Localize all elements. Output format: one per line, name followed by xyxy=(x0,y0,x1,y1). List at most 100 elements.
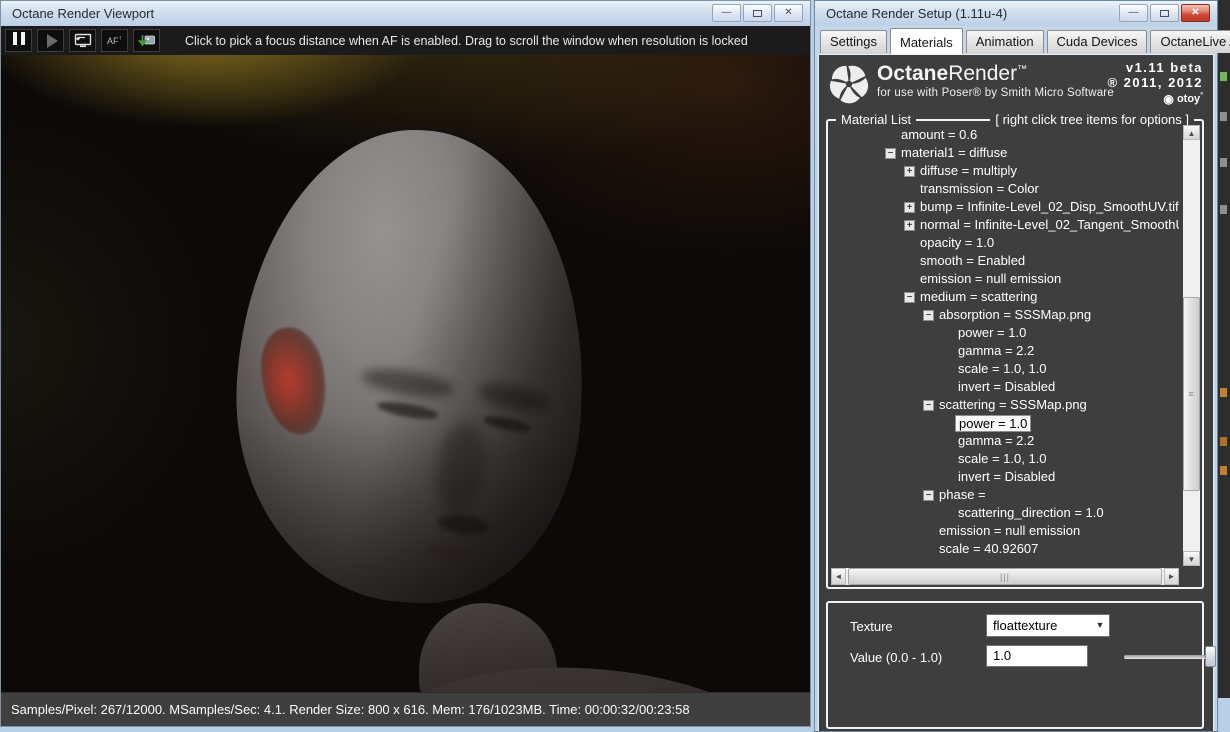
tree-item-label: bump = Infinite-Level_02_Disp_SmoothUV.t… xyxy=(920,199,1179,214)
scroll-down-icon[interactable]: ▼ xyxy=(1183,551,1200,566)
collapse-icon[interactable]: − xyxy=(923,309,934,321)
tab-animation[interactable]: Animation xyxy=(965,30,1044,53)
tree-item[interactable]: + diffuse = multiply xyxy=(830,162,1179,180)
tree-item-label: scattering_direction = 1.0 xyxy=(958,505,1104,520)
tree-item[interactable]: scattering_direction = 1.0 xyxy=(830,504,1179,522)
render-lips xyxy=(424,541,488,565)
minimize-button[interactable]: — xyxy=(712,4,741,22)
pause-button[interactable] xyxy=(5,29,32,52)
save-image-button[interactable] xyxy=(133,29,160,52)
tab-cuda-devices[interactable]: Cuda Devices xyxy=(1046,30,1148,53)
render-nose-base xyxy=(435,512,490,538)
expand-icon[interactable]: + xyxy=(904,201,915,213)
tree-item[interactable]: smooth = Enabled xyxy=(830,252,1179,270)
scroll-left-icon[interactable]: ◄ xyxy=(831,568,846,585)
tree-vertical-scrollbar[interactable]: ▲ ≡ ▼ xyxy=(1183,125,1200,566)
tree-item[interactable]: − absorption = SSSMap.png xyxy=(830,306,1179,324)
slider-thumb[interactable] xyxy=(1205,646,1216,667)
render-eye-left xyxy=(376,398,440,423)
tab-octanelive-account[interactable]: OctaneLive Account xyxy=(1150,30,1230,53)
texture-label: Texture xyxy=(850,619,893,634)
tree-item-label: power = 1.0 xyxy=(955,415,1032,432)
setup-window-title: Octane Render Setup (1.11u-4) xyxy=(826,6,1008,21)
tree-item[interactable]: power = 1.0 xyxy=(830,324,1179,342)
value-slider[interactable] xyxy=(1124,646,1216,667)
product-name: OctaneRender™ xyxy=(877,62,1028,85)
tree-item[interactable]: gamma = 2.2 xyxy=(830,342,1179,360)
setup-titlebar[interactable]: Octane Render Setup (1.11u-4) — ✕ xyxy=(815,1,1217,26)
tree-item-label: medium = scattering xyxy=(920,289,1038,304)
expand-icon[interactable]: + xyxy=(904,219,915,231)
collapse-icon[interactable]: − xyxy=(904,291,915,303)
horizontal-scroll-thumb[interactable]: ||| xyxy=(848,568,1162,585)
texture-type-value: floattexture xyxy=(993,618,1058,633)
tree-item[interactable]: scale = 1.0, 1.0 xyxy=(830,360,1179,378)
tree-item[interactable]: invert = Disabled xyxy=(830,468,1179,486)
tree-item[interactable]: scale = 1.0, 1.0 xyxy=(830,450,1179,468)
tree-item-label: invert = Disabled xyxy=(958,379,1056,394)
texture-type-select[interactable]: floattexture ▼ xyxy=(986,614,1110,637)
maximize-button[interactable] xyxy=(1150,4,1179,22)
collapse-icon[interactable]: − xyxy=(923,489,934,501)
maximize-icon xyxy=(753,10,762,17)
tree-item[interactable]: transmission = Color xyxy=(830,180,1179,198)
viewport-window: Octane Render Viewport — ✕ AF↑ Click to … xyxy=(0,0,811,727)
resolution-lock-icon xyxy=(74,33,91,47)
material-list-group: Material List [ right click tree items f… xyxy=(826,112,1204,589)
tree-item-label: transmission = Color xyxy=(920,181,1039,196)
sliver-text-fragment xyxy=(1220,437,1227,446)
collapse-icon[interactable]: − xyxy=(885,147,896,159)
tree-item[interactable]: emission = null emission xyxy=(830,270,1179,288)
resolution-lock-button[interactable] xyxy=(69,29,96,52)
tab-materials[interactable]: Materials xyxy=(889,28,963,54)
collapse-icon[interactable]: − xyxy=(923,399,934,411)
render-eye-right xyxy=(482,413,533,436)
tree-item-label: normal = Infinite-Level_02_Tangent_Smoot… xyxy=(920,217,1179,232)
otoy-logo: ◉ otoy° xyxy=(1163,92,1203,106)
scroll-right-icon[interactable]: ► xyxy=(1164,568,1179,585)
tab-settings[interactable]: Settings xyxy=(820,30,887,53)
tree-item[interactable]: gamma = 2.2 xyxy=(830,432,1179,450)
chevron-down-icon[interactable]: ▼ xyxy=(1091,615,1109,636)
tree-item-label: scattering = SSSMap.png xyxy=(939,397,1087,412)
value-input[interactable]: 1.0 xyxy=(986,645,1088,667)
tree-item-label: scale = 1.0, 1.0 xyxy=(958,451,1047,466)
scroll-up-icon[interactable]: ▲ xyxy=(1183,125,1200,140)
tree-item[interactable]: scale = 40.92607 xyxy=(830,540,1179,558)
expand-icon[interactable]: + xyxy=(904,165,915,177)
sliver-text-fragment xyxy=(1220,112,1227,121)
play-button[interactable] xyxy=(37,29,64,52)
close-button[interactable]: ✕ xyxy=(774,4,803,22)
tree-item-label: opacity = 1.0 xyxy=(920,235,995,250)
product-tagline: for use with Poser® by Smith Micro Softw… xyxy=(877,87,1114,99)
tree-item[interactable]: invert = Disabled xyxy=(830,378,1179,396)
tree-item[interactable]: + bump = Infinite-Level_02_Disp_SmoothUV.… xyxy=(830,198,1179,216)
tree-item[interactable]: emission = null emission xyxy=(830,522,1179,540)
close-button[interactable]: ✕ xyxy=(1181,4,1210,22)
maximize-button[interactable] xyxy=(743,4,772,22)
sliver-text-fragment xyxy=(1220,205,1227,214)
tree-item-label: power = 1.0 xyxy=(958,325,1027,340)
tree-item[interactable]: − phase = xyxy=(830,486,1179,504)
render-shoulders xyxy=(320,658,810,692)
branding-header: OctaneRender™ for use with Poser® by Smi… xyxy=(825,57,1207,115)
tree-item[interactable]: opacity = 1.0 xyxy=(830,234,1179,252)
viewport-toolbar: AF↑ Click to pick a focus distance when … xyxy=(1,26,810,55)
render-nose-shadow xyxy=(429,417,491,518)
tree-horizontal-scrollbar[interactable]: ◄ ||| ► xyxy=(831,568,1179,585)
render-status-bar: Samples/Pixel: 267/12000. MSamples/Sec: … xyxy=(1,692,810,726)
vertical-scroll-thumb[interactable]: ≡ xyxy=(1183,296,1200,492)
tree-item[interactable]: − medium = scattering xyxy=(830,288,1179,306)
viewport-titlebar[interactable]: Octane Render Viewport — ✕ xyxy=(1,1,810,26)
render-canvas[interactable] xyxy=(1,55,810,692)
octane-logo-icon xyxy=(830,65,869,104)
tree-item[interactable]: amount = 0.6 xyxy=(830,126,1179,144)
minimize-button[interactable]: — xyxy=(1119,4,1148,22)
maximize-icon xyxy=(1160,10,1169,17)
tree-item[interactable]: power = 1.0 xyxy=(830,414,1179,432)
tree-item[interactable]: + normal = Infinite-Level_02_Tangent_Smoo… xyxy=(830,216,1179,234)
tree-item[interactable]: − scattering = SSSMap.png xyxy=(830,396,1179,414)
version-label: v1.11 beta xyxy=(1125,60,1203,75)
autofocus-button[interactable]: AF↑ xyxy=(101,29,128,52)
tree-item[interactable]: − material1 = diffuse xyxy=(830,144,1179,162)
